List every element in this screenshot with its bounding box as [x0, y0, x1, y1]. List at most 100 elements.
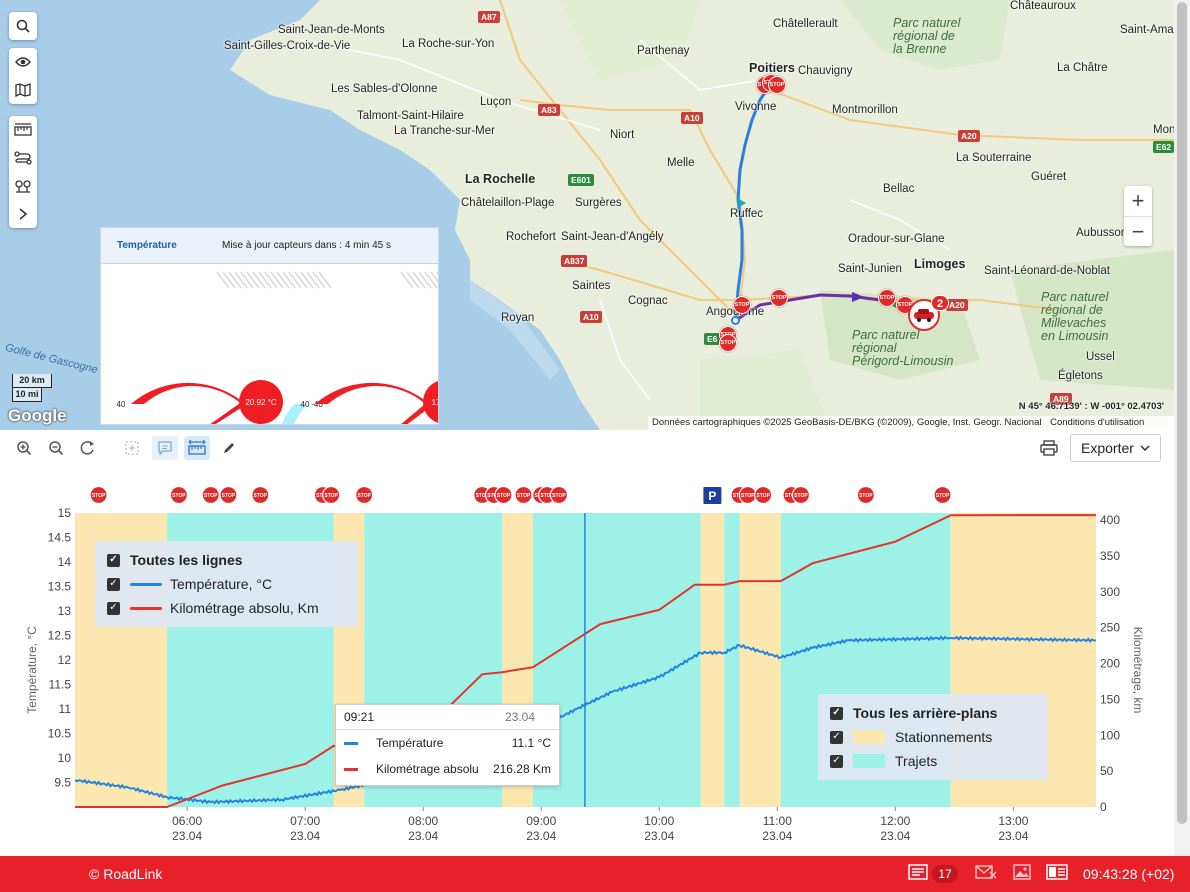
stop-event-label: STOP: [222, 493, 236, 499]
stop-event-label: STOP: [936, 493, 950, 499]
stop-marker[interactable]: STOP: [719, 334, 737, 352]
stop-marker[interactable]: STOP: [733, 296, 751, 314]
pins-icon: [15, 180, 31, 193]
status-bar: © RoadLink 17 09:43:28 (+02): [0, 856, 1190, 892]
map-view[interactable]: Saint-Jean-de-Monts Saint-Gilles-Croix-de…: [0, 0, 1174, 430]
map-icon: [15, 83, 31, 97]
y-left-tick-label: 13.5: [48, 580, 72, 594]
map-zoom-in-button[interactable]: +: [1124, 186, 1152, 216]
reports-button[interactable]: [1046, 864, 1068, 884]
legend-all-lines[interactable]: ✓ Toutes les lignes: [107, 548, 346, 572]
gauge-shade: [312, 271, 326, 289]
legend-mileage[interactable]: ✓ Kilométrage absolu, Km: [107, 596, 346, 620]
mail-button[interactable]: [975, 864, 997, 884]
zoom-in-button[interactable]: [11, 436, 37, 460]
place-label: Saint-Junien: [838, 263, 902, 275]
y-right-tick-label: 150: [1100, 692, 1120, 706]
place-label: Chauvigny: [798, 65, 853, 77]
city-label: Poitiers: [749, 61, 795, 75]
y-right-tick-label: 200: [1100, 657, 1120, 671]
y-right-tick-label: 100: [1100, 728, 1120, 742]
checkbox-checked-icon: ✓: [830, 730, 843, 744]
x-tick-time: 07:00: [290, 814, 320, 828]
chart-tooltip: 09:21 23.04 Température 11.1 °C Kilométr…: [335, 704, 560, 786]
stop-marker[interactable]: STOP: [770, 289, 788, 307]
select-area-button[interactable]: [119, 436, 145, 460]
place-label: Oradour-sur-Glane: [848, 233, 945, 245]
x-tick-time: 10:00: [644, 814, 674, 828]
sensor-title: Température: [117, 240, 177, 251]
tooltip-row-value: 11.1 °C: [511, 736, 551, 750]
gauge-shade: [264, 271, 278, 289]
stop-marker[interactable]: STOP: [768, 76, 786, 94]
tooltip-row-temperature: Température 11.1 °C: [336, 730, 559, 756]
pencil-icon: [224, 443, 234, 453]
reset-zoom-button[interactable]: [75, 436, 101, 460]
current-position-dot: [731, 316, 740, 325]
place-label: Saint-Gilles-Croix-de-Vie: [224, 40, 351, 52]
map-layers-button[interactable]: [9, 76, 37, 104]
stop-event-label: STOP: [794, 493, 808, 499]
timeline-toggle-button[interactable]: [184, 436, 210, 460]
city-label: La Rochelle: [465, 172, 536, 186]
expand-button[interactable]: [9, 200, 37, 228]
y-left-tick-label: 11: [59, 702, 72, 716]
comments-button[interactable]: [152, 436, 178, 460]
y-left-tick-label: 14: [58, 555, 72, 569]
google-logo: Google: [8, 406, 67, 425]
stop-event-label: STOP: [324, 493, 338, 499]
app-root: Saint-Jean-de-Monts Saint-Gilles-Croix-de…: [0, 0, 1190, 892]
checkbox-checked-icon: ✓: [107, 601, 120, 615]
x-tick-time: 09:00: [526, 814, 556, 828]
images-button[interactable]: [1013, 864, 1031, 884]
map-view-group: [9, 48, 37, 104]
y-left-tick-label: 13: [58, 604, 72, 618]
map-attribution: Données cartographiques ©2025 GeoBasis-D…: [648, 416, 1174, 430]
gauge-shade: [228, 271, 242, 289]
visibility-button[interactable]: [9, 48, 37, 76]
gauge-shade: [276, 271, 290, 289]
search-button[interactable]: [9, 12, 37, 40]
road-shield: A10: [681, 112, 703, 124]
x-tick-date: 23.04: [526, 829, 556, 843]
terms-link[interactable]: Conditions d'utilisation: [1050, 417, 1144, 428]
stop-marker[interactable]: STOP: [878, 289, 896, 307]
legend-trips[interactable]: ✓ Trajets: [830, 749, 1036, 773]
message-list-icon: [908, 864, 928, 880]
comment-icon: [158, 441, 172, 456]
timeline-button[interactable]: [9, 116, 37, 144]
gauge-hot-zone: [315, 382, 450, 430]
checkbox-checked-icon: ✓: [107, 553, 120, 567]
zoom-out-button[interactable]: [43, 436, 69, 460]
gauge-tick-label: 40: [117, 400, 126, 409]
search-icon: [16, 19, 30, 33]
map-zoom-out-button[interactable]: −: [1124, 216, 1152, 246]
route-button[interactable]: [9, 144, 37, 172]
scrollbar-thumb[interactable]: [1177, 2, 1187, 824]
legend-all-backgrounds[interactable]: ✓ Tous les arrière-plans: [830, 701, 1036, 725]
annotate-button[interactable]: [216, 436, 242, 460]
trip-band: [724, 513, 740, 807]
print-button[interactable]: [1036, 436, 1062, 460]
legend-parking[interactable]: ✓ Stationnements: [830, 725, 1036, 749]
legend-temperature[interactable]: ✓ Température, °C: [107, 572, 346, 596]
page-scrollbar[interactable]: [1174, 0, 1190, 856]
points-button[interactable]: [9, 172, 37, 200]
tooltip-row-mileage: Kilométrage absolu 216.28 Km: [336, 756, 559, 782]
export-dropdown[interactable]: Exporter: [1070, 434, 1161, 462]
temperature-swatch: [344, 741, 358, 745]
place-label: Royan: [501, 312, 535, 324]
messages-button[interactable]: [908, 864, 928, 884]
checkbox-checked-icon: ✓: [830, 754, 843, 768]
temperature-swatch: [130, 582, 162, 586]
gauge-shade: [258, 271, 272, 289]
y-right-tick-label: 300: [1100, 585, 1120, 599]
y-left-tick-label: 10: [58, 751, 72, 765]
map-search-group: [9, 12, 37, 40]
telemetry-chart[interactable]: 9.5 10 10.5 11 11.5 12 12.5 13 13.5 14 14.5 15 0 50 10…: [10, 476, 1161, 848]
y-left-tick-label: 14.5: [48, 531, 72, 545]
y-left-tick-label: 12.5: [48, 629, 72, 643]
gauge-shade: [418, 271, 432, 289]
y-right-tick-label: 250: [1100, 621, 1120, 635]
minus-icon: −: [1131, 218, 1145, 244]
